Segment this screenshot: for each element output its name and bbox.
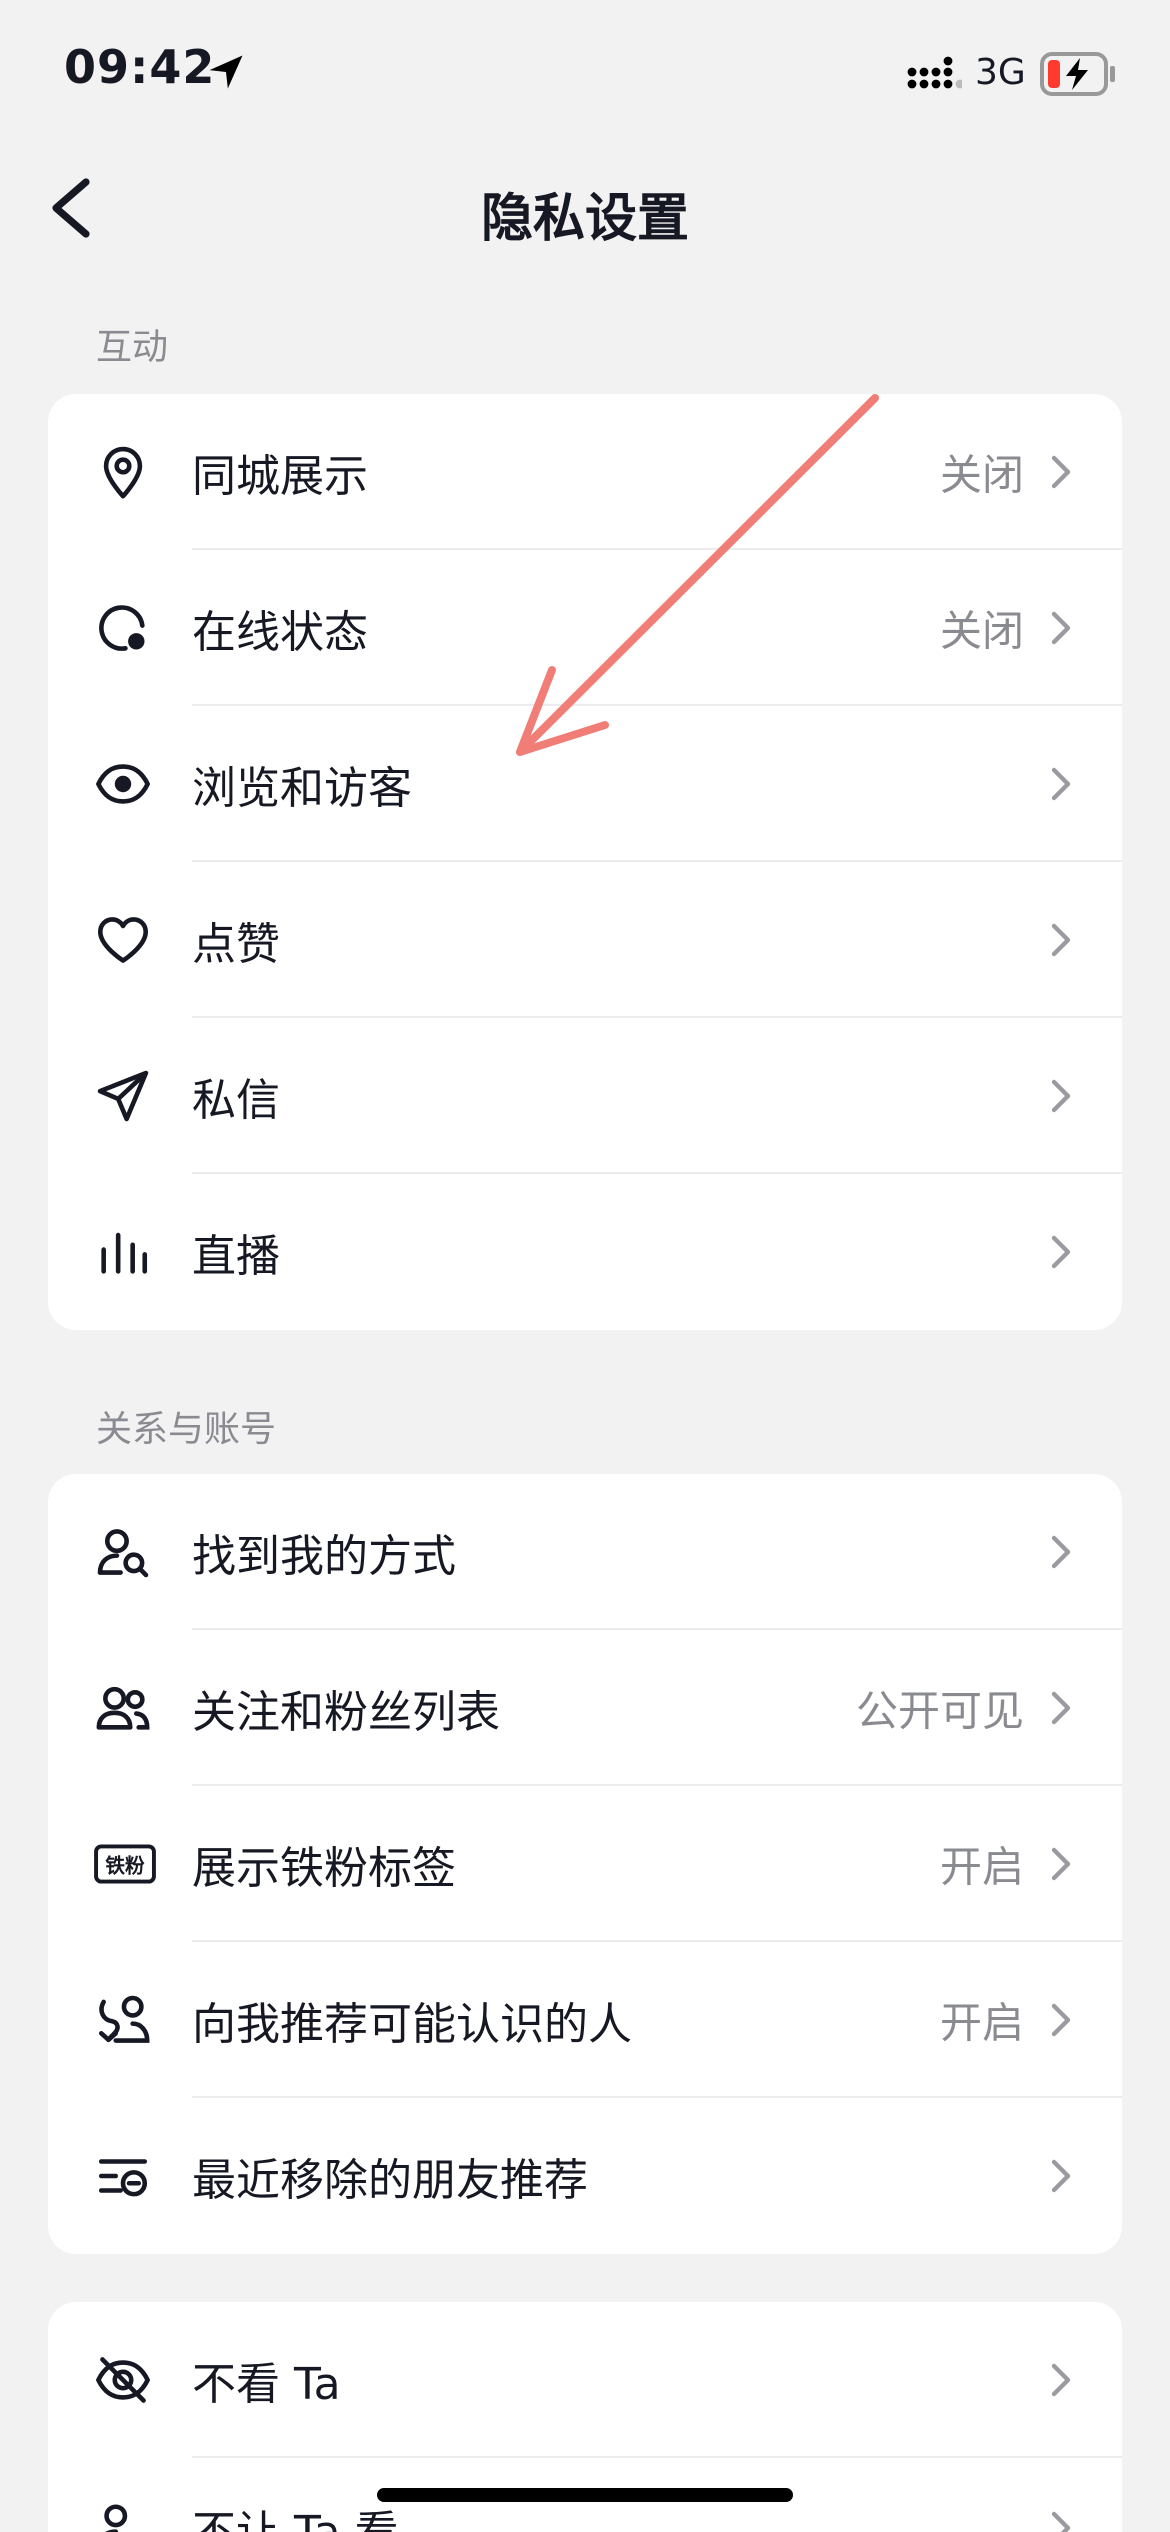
row-label: 不看 Ta <box>192 2359 341 2410</box>
section-header-relations: 关系与账号 <box>96 1409 277 1450</box>
network-type: 3G <box>975 52 1026 93</box>
row-label: 找到我的方式 <box>192 1531 456 1582</box>
chevron-right-icon <box>1051 923 1071 957</box>
eye-off-icon <box>96 2357 150 2403</box>
row-find-me[interactable]: 找到我的方式 <box>48 1474 1122 1630</box>
card-relations: 找到我的方式 关注和粉丝列表 公开可见 铁粉 展示铁粉标签 开启 向我推荐可能认… <box>48 1474 1122 2254</box>
row-city-display[interactable]: 同城展示 关闭 <box>48 394 1122 550</box>
page-title: 隐私设置 <box>480 189 689 249</box>
chevron-right-icon <box>1051 1079 1071 1113</box>
chevron-right-icon <box>1051 2003 1071 2037</box>
row-label: 私信 <box>192 1075 280 1126</box>
chevron-right-icon <box>1051 767 1071 801</box>
row-recommend-people[interactable]: 向我推荐可能认识的人 开启 <box>48 1942 1122 2098</box>
row-likes[interactable]: 点赞 <box>48 862 1122 1018</box>
row-value: 关闭 <box>939 450 1024 500</box>
status-time: 09:42 <box>64 40 216 94</box>
row-label: 展示铁粉标签 <box>192 1843 456 1894</box>
users-icon <box>96 1686 150 1730</box>
row-label: 不让 Ta 看 <box>192 2496 399 2532</box>
eye-icon <box>96 764 150 804</box>
paper-plane-icon <box>97 1070 149 1122</box>
row-value: 关闭 <box>939 606 1024 656</box>
row-follow-fans-list[interactable]: 关注和粉丝列表 公开可见 <box>48 1630 1122 1786</box>
row-value: 开启 <box>939 1998 1024 2048</box>
recommend-user-icon <box>98 1995 150 2043</box>
svg-text:铁粉: 铁粉 <box>105 1855 145 1878</box>
online-status-icon <box>99 605 145 651</box>
chevron-right-icon <box>1051 1847 1071 1881</box>
row-value: 公开可见 <box>855 1686 1024 1736</box>
signal-icon <box>907 56 962 89</box>
bars-icon <box>101 1232 148 1274</box>
removed-list-icon <box>98 2159 148 2197</box>
chevron-right-icon <box>1051 1535 1071 1569</box>
home-indicator <box>377 2488 793 2502</box>
chevron-right-icon <box>1051 1235 1071 1269</box>
fan-badge-icon: 铁粉 <box>94 1844 156 1884</box>
battery-icon <box>1040 52 1115 96</box>
heart-icon <box>97 917 149 963</box>
user-block-icon <box>104 2504 128 2532</box>
user-search-icon <box>97 1529 149 1578</box>
chevron-right-icon <box>1051 611 1071 645</box>
chevron-right-icon <box>1051 2363 1071 2397</box>
row-value: 开启 <box>939 1842 1024 1892</box>
row-direct-message[interactable]: 私信 <box>48 1018 1122 1174</box>
chevron-right-icon <box>1051 2511 1071 2532</box>
location-arrow-icon <box>209 55 243 89</box>
row-online-status[interactable]: 在线状态 关闭 <box>48 550 1122 706</box>
row-dont-see-ta[interactable]: 不看 Ta <box>48 2302 1122 2458</box>
chevron-right-icon <box>1051 455 1071 489</box>
row-label: 在线状态 <box>192 607 368 658</box>
row-label: 点赞 <box>192 919 280 970</box>
card-interaction: 同城展示 关闭 在线状态 关闭 浏览和访客 点赞 私信 直播 <box>48 394 1122 1330</box>
row-label: 关注和粉丝列表 <box>192 1687 500 1738</box>
location-pin-icon <box>103 446 143 499</box>
row-live[interactable]: 直播 <box>48 1174 1122 1330</box>
row-label: 浏览和访客 <box>192 763 412 814</box>
chevron-right-icon <box>1051 1691 1071 1725</box>
row-label: 直播 <box>192 1231 280 1282</box>
row-browse-visitors[interactable]: 浏览和访客 <box>48 706 1122 862</box>
row-fan-badge[interactable]: 铁粉 展示铁粉标签 开启 <box>48 1786 1122 1942</box>
row-label: 向我推荐可能认识的人 <box>192 1999 632 2050</box>
chevron-right-icon <box>1051 2159 1071 2193</box>
row-label: 最近移除的朋友推荐 <box>192 2155 588 2206</box>
row-label: 同城展示 <box>192 451 368 502</box>
section-header-interaction: 互动 <box>96 327 169 368</box>
row-removed-recommendations[interactable]: 最近移除的朋友推荐 <box>48 2098 1122 2254</box>
